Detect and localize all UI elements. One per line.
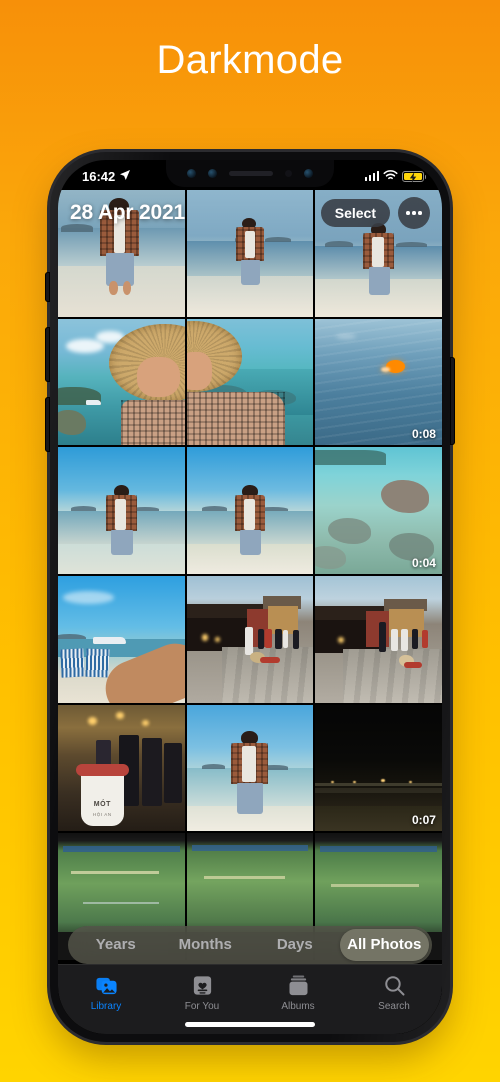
phone-screen: 0:08 0:04 MÓT HỘI AN 0:07 28 Apr 2021 Se… — [58, 160, 442, 1034]
proximity-sensor-icon — [285, 170, 292, 177]
segment-months[interactable]: Months — [161, 929, 251, 961]
location-arrow-icon — [119, 169, 131, 184]
tab-search[interactable]: Search — [346, 973, 442, 1012]
tab-albums[interactable]: Albums — [250, 973, 346, 1012]
photos-grid: 0:08 0:04 MÓT HỘI AN 0:07 — [58, 190, 442, 961]
segment-days[interactable]: Days — [250, 929, 340, 961]
select-button[interactable]: Select — [320, 199, 390, 227]
video-duration: 0:08 — [411, 427, 436, 442]
segment-years[interactable]: Years — [71, 929, 161, 961]
grid-item[interactable] — [186, 447, 314, 575]
flood-illuminator-icon — [208, 169, 217, 178]
albums-stack-icon — [286, 973, 310, 997]
grid-item[interactable] — [58, 576, 185, 703]
ellipsis-icon[interactable] — [398, 197, 430, 229]
grid-item[interactable] — [186, 318, 314, 446]
front-camera-icon — [304, 169, 313, 178]
grid-item[interactable] — [186, 704, 314, 832]
photos-grid-scroll[interactable]: 0:08 0:04 MÓT HỘI AN 0:07 — [58, 190, 442, 1034]
grid-item[interactable] — [186, 576, 314, 703]
grid-item[interactable]: 0:07 — [315, 704, 442, 832]
power-button[interactable] — [450, 357, 455, 445]
grid-item[interactable] — [315, 576, 442, 703]
tab-library[interactable]: Library — [58, 973, 154, 1012]
search-icon — [382, 973, 406, 997]
tab-for-you[interactable]: For You — [154, 973, 250, 1012]
grid-item[interactable] — [58, 447, 185, 574]
ir-camera-icon — [187, 169, 196, 178]
tab-label: Search — [378, 1001, 410, 1012]
video-duration: 0:04 — [411, 556, 436, 570]
tab-label: For You — [184, 1001, 220, 1012]
status-left: 16:42 — [82, 169, 131, 184]
cup-sub-text: HỘI AN — [92, 812, 112, 818]
notch — [166, 160, 334, 187]
video-duration: 0:07 — [411, 813, 436, 828]
tab-label: Albums — [281, 1001, 315, 1012]
page-date-title: 28 Apr 2021 — [70, 201, 185, 224]
wifi-icon — [383, 169, 398, 184]
segment-all-photos[interactable]: All Photos — [339, 929, 429, 961]
home-indicator[interactable] — [185, 1022, 315, 1027]
cup-brand-text: MÓT — [93, 800, 111, 808]
library-header: 28 Apr 2021 Select — [58, 190, 442, 236]
battery-charging-icon — [402, 170, 426, 183]
tab-label: Library — [90, 1001, 122, 1012]
grid-item[interactable]: 0:08 — [315, 318, 442, 446]
status-right — [364, 169, 426, 184]
phone-frame: 0:08 0:04 MÓT HỘI AN 0:07 28 Apr 2021 Se… — [45, 152, 455, 1042]
header-actions: Select — [320, 197, 430, 229]
photo-stack-icon — [94, 973, 118, 997]
volume-up-button[interactable] — [45, 327, 50, 382]
cellular-bars-icon — [364, 171, 379, 181]
grid-item[interactable]: MÓT HỘI AN — [58, 704, 185, 832]
earpiece-speaker — [229, 171, 273, 176]
for-you-card-icon — [190, 973, 214, 997]
timeline-segmented-control[interactable]: Years Months Days All Photos — [68, 926, 432, 964]
mute-switch[interactable] — [45, 272, 50, 302]
volume-down-button[interactable] — [45, 397, 50, 452]
page-title: Darkmode — [156, 37, 344, 82]
status-time: 16:42 — [82, 168, 116, 184]
grid-item[interactable]: 0:04 — [315, 447, 442, 574]
grid-item[interactable] — [58, 318, 185, 446]
